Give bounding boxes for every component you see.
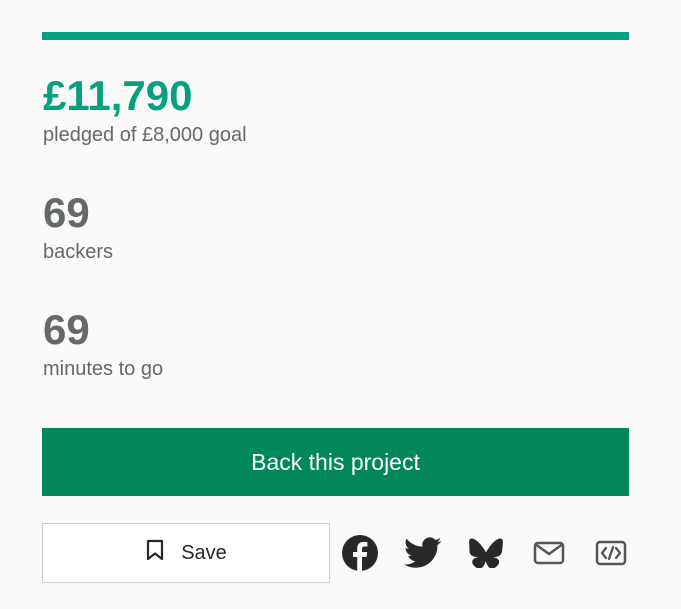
embed-icon[interactable] (591, 533, 631, 573)
funding-progress-fill (42, 32, 629, 40)
save-label: Save (181, 541, 227, 564)
time-remaining-label: minutes to go (43, 358, 164, 380)
bluesky-icon[interactable] (466, 533, 506, 573)
backers-stat: 69 backers (43, 189, 113, 264)
pledged-amount: £11,790 (43, 72, 193, 119)
pledged-stat: £11,790 pledged of £8,000 goal (43, 72, 247, 147)
backers-label: backers (43, 241, 114, 263)
time-remaining-count: 69 (43, 306, 90, 353)
funding-progress-bar (42, 32, 629, 40)
backers-count: 69 (43, 189, 90, 236)
pledged-label: pledged of £8,000 goal (43, 124, 247, 146)
email-icon[interactable] (529, 533, 569, 573)
bookmark-icon (145, 539, 165, 567)
back-project-button[interactable]: Back this project (42, 428, 629, 496)
save-button[interactable]: Save (42, 523, 330, 583)
time-remaining-stat: 69 minutes to go (43, 306, 163, 381)
facebook-icon[interactable] (340, 533, 380, 573)
twitter-icon[interactable] (403, 533, 443, 573)
